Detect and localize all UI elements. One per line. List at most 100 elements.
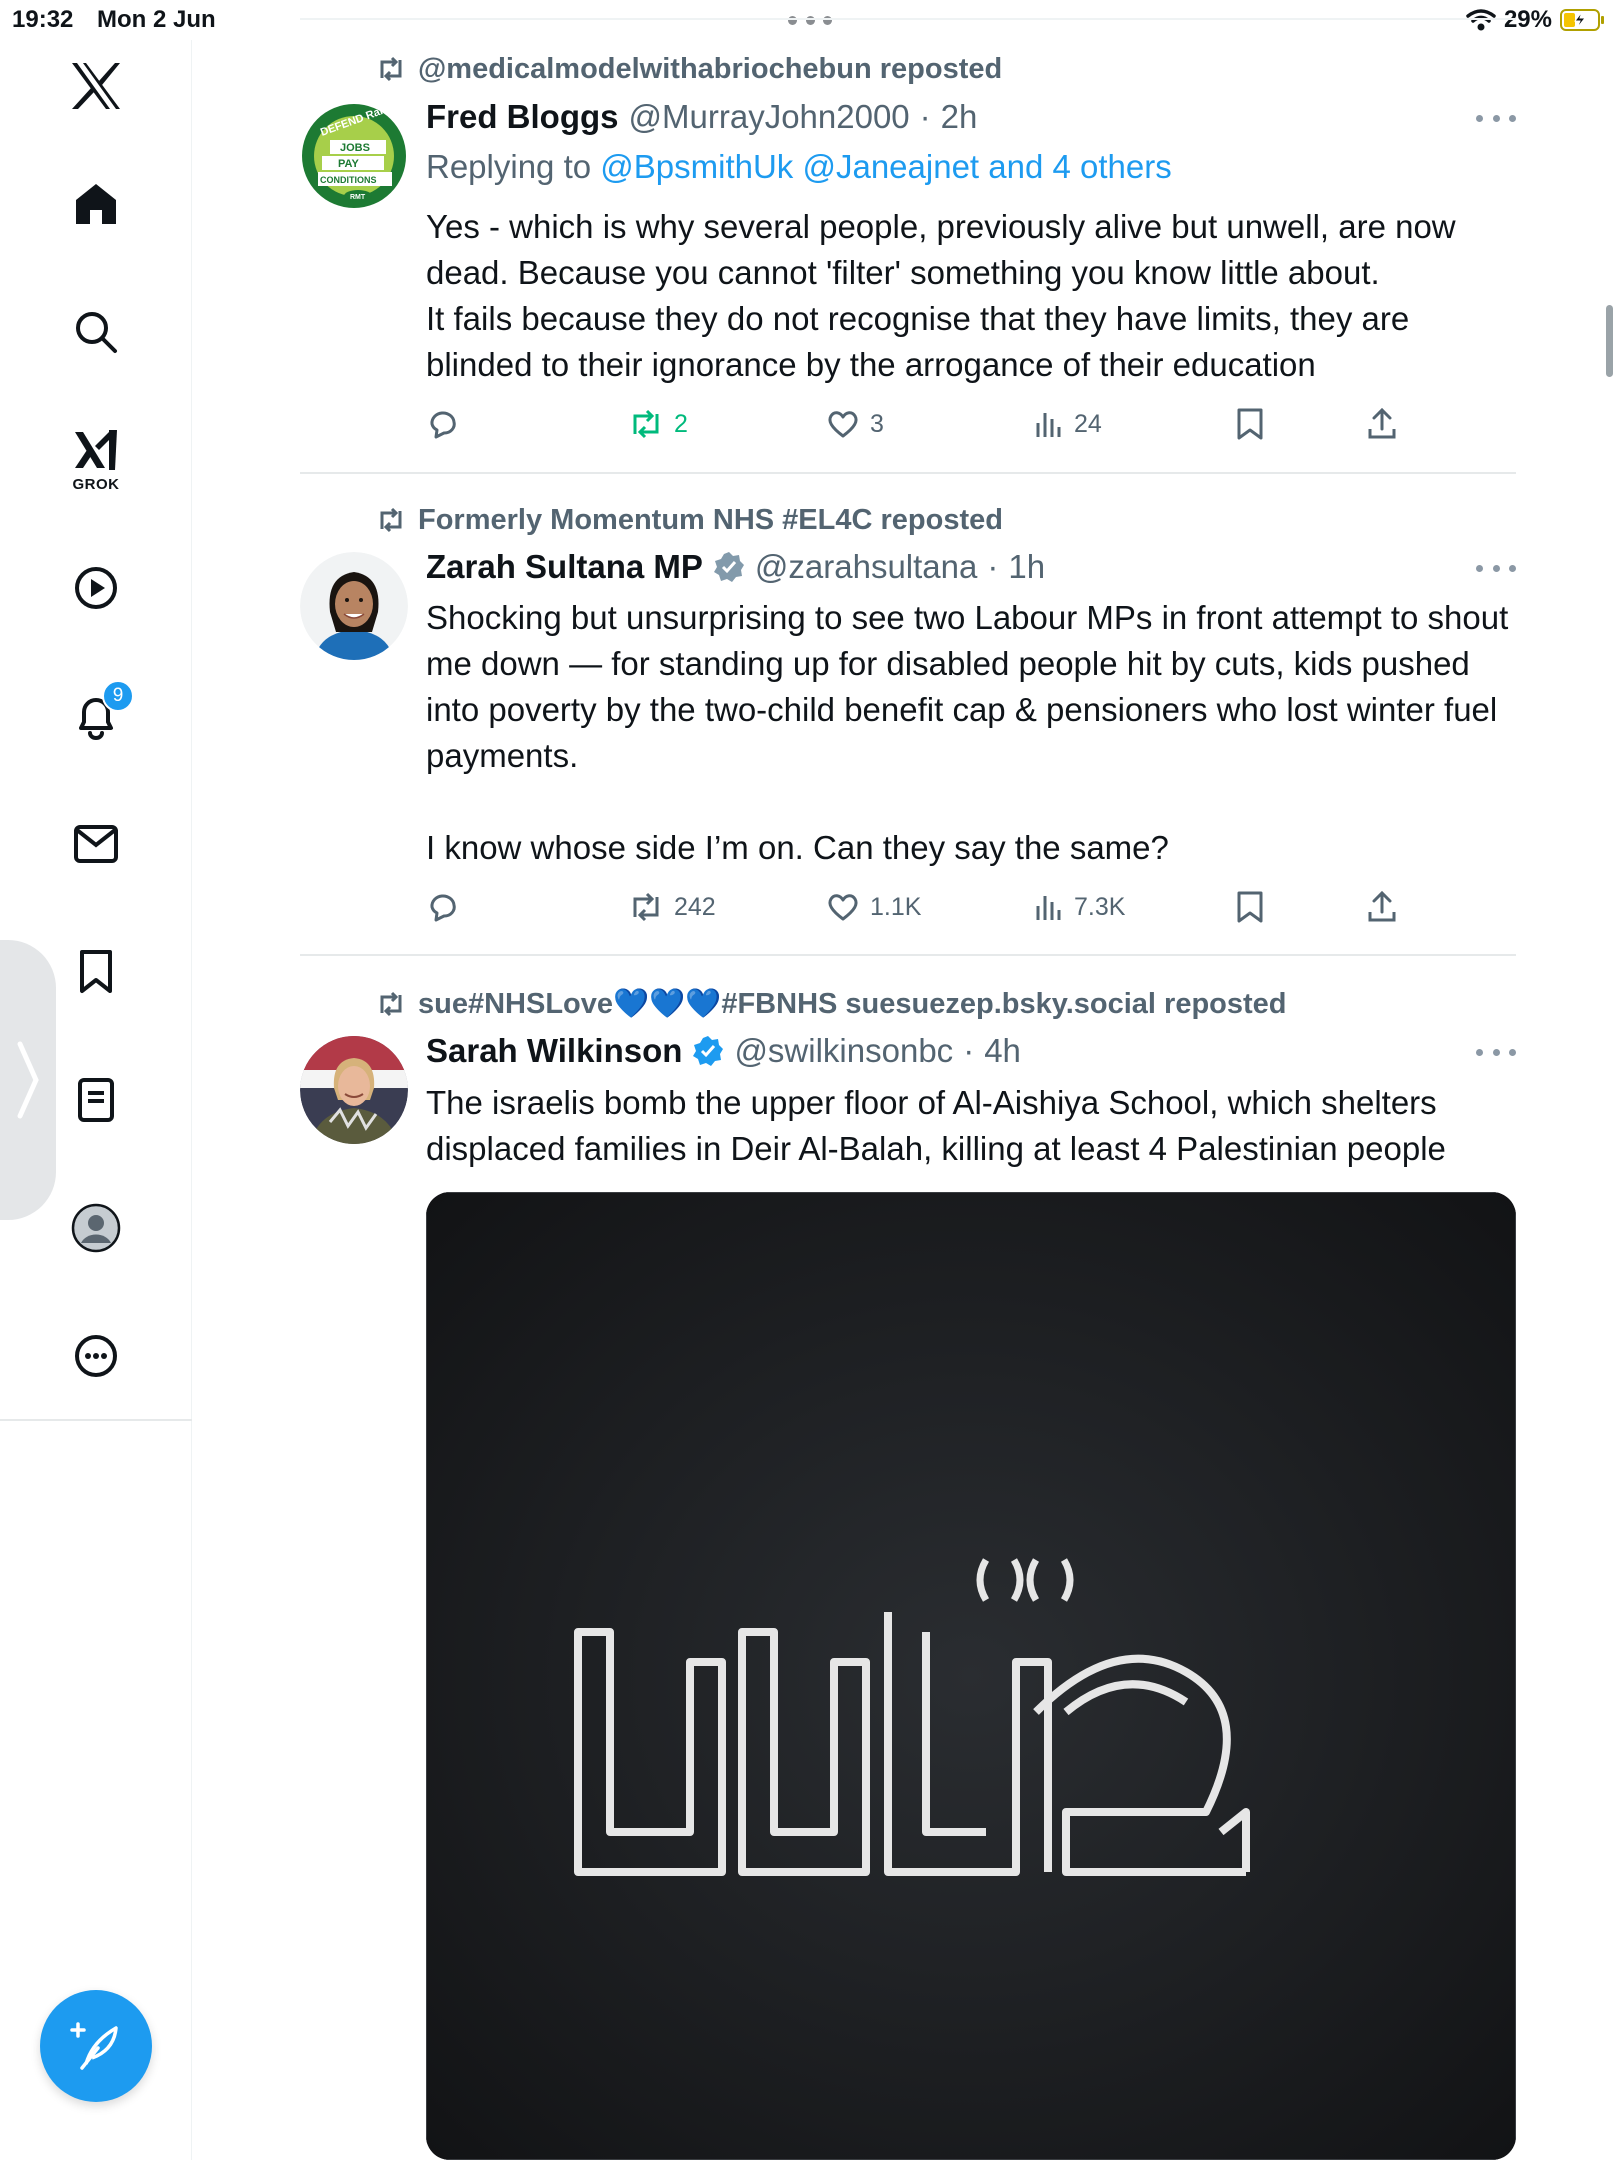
tweet-time[interactable]: 1h (1008, 548, 1045, 586)
avatar[interactable] (300, 1036, 408, 1144)
more-options-icon[interactable] (1476, 560, 1516, 576)
bookmark-icon (1237, 408, 1263, 440)
notifications-bell-icon[interactable]: 9 (52, 672, 140, 760)
dot-separator: · (919, 98, 931, 135)
feed-top-divider (300, 18, 1516, 20)
avatar[interactable]: DEFEND Rail JOBS PAY CONDITIONS RMT (300, 102, 408, 210)
notification-badge: 9 (102, 680, 134, 712)
repost-indicator: @medicalmodelwithabriochebun reposted (376, 52, 1002, 86)
share-icon (1368, 407, 1396, 439)
replying-to: Replying to @BpsmithUk @Janeajnet and 4 … (426, 148, 1172, 186)
sidebar-handle[interactable] (0, 940, 56, 1220)
like-count: 1.1K (870, 892, 922, 921)
more-options-icon[interactable] (52, 1312, 140, 1400)
reposted-by: @medicalmodelwithabriochebun reposted (418, 52, 1003, 85)
repost-button[interactable]: 242 (628, 885, 716, 929)
tweet-header: Fred Bloggs @MurrayJohn2000 · 2h (426, 97, 977, 137)
display-name[interactable]: Fred Bloggs (426, 98, 619, 136)
status-date: Mon 2 Jun (97, 6, 216, 33)
tweet-text: The israelis bomb the upper floor of Al-… (426, 1084, 1446, 1167)
repost-indicator: sue#NHSLove💙💙💙#FBNHS suesuezep.bsky.soci… (376, 987, 1287, 1021)
bookmark-button[interactable] (1236, 885, 1264, 929)
tweet-divider (300, 472, 1516, 474)
tweet-text: Shocking but unsurprising to see two Lab… (426, 599, 1509, 866)
heart-icon (828, 894, 858, 921)
reply-icon (430, 411, 456, 439)
repost-icon (633, 409, 659, 439)
like-button[interactable]: 1.1K (826, 885, 921, 929)
tweet-header: Sarah Wilkinson @swilkinsonbc · 4h (426, 1031, 1021, 1071)
compose-post-button[interactable] (40, 1990, 152, 2102)
user-handle[interactable]: @MurrayJohn2000 (629, 98, 910, 136)
dot-separator: · (963, 1032, 975, 1069)
tweet-video-thumbnail[interactable] (426, 1192, 1516, 2160)
dot-separator: · (987, 548, 999, 585)
repost-button[interactable]: 2 (628, 402, 688, 446)
reposted-by: Formerly Momentum NHS #EL4C reposted (418, 503, 1003, 536)
user-handle[interactable]: @swilkinsonbc (734, 1032, 953, 1070)
compose-feather-icon (70, 2022, 118, 2070)
repost-count: 242 (674, 892, 716, 921)
verified-badge-icon (693, 1036, 724, 1066)
reposted-by: sue#NHSLove💙💙💙#FBNHS suesuezep.bsky.soci… (418, 988, 1287, 1020)
bookmark-icon[interactable] (52, 928, 140, 1016)
grok-label: GROK (72, 475, 120, 493)
tweet-divider (300, 954, 1516, 956)
views-chart-icon (1036, 413, 1061, 437)
svg-text:PAY: PAY (338, 158, 359, 170)
quds-logo (426, 1192, 1516, 2160)
share-button[interactable] (1366, 402, 1398, 446)
timeline-feed: @medicalmodelwithabriochebun reposted DE… (300, 0, 1613, 2160)
avatar[interactable] (300, 552, 408, 660)
repost-indicator: Formerly Momentum NHS #EL4C reposted (376, 503, 1003, 537)
lists-icon[interactable] (52, 1056, 140, 1144)
repost-icon (380, 507, 402, 533)
search-icon[interactable] (52, 288, 140, 376)
tweet-time[interactable]: 4h (984, 1032, 1021, 1070)
views-chart-icon (1036, 896, 1061, 920)
more-options-icon[interactable] (1476, 1044, 1516, 1060)
reply-button[interactable] (426, 402, 470, 446)
tweet-text: Yes - which is why several people, previ… (426, 208, 1456, 383)
tweet-actions: 242 1.1K 7.3K (426, 885, 1426, 929)
status-time: 19:32 (12, 6, 74, 33)
scrollbar-thumb[interactable] (1606, 305, 1613, 377)
repost-icon (380, 56, 402, 82)
user-handle[interactable]: @zarahsultana (755, 548, 977, 586)
display-name[interactable]: Zarah Sultana MP (426, 548, 703, 586)
view-count: 7.3K (1074, 892, 1126, 921)
sidebar-divider (0, 1419, 192, 1421)
svg-text:JOBS: JOBS (340, 142, 370, 154)
tweet-time[interactable]: 2h (941, 98, 978, 136)
reply-button[interactable] (426, 885, 470, 929)
replying-prefix: Replying to (426, 148, 601, 185)
views-button[interactable]: 7.3K (1034, 885, 1125, 929)
home-icon[interactable] (52, 160, 140, 248)
like-button[interactable]: 3 (826, 402, 884, 446)
repost-icon (633, 892, 659, 922)
video-play-icon[interactable] (52, 544, 140, 632)
grok-icon[interactable]: GROK (52, 416, 140, 504)
svg-text:RMT: RMT (350, 194, 366, 201)
tweet-actions: 2 3 24 (426, 402, 1426, 446)
bookmark-button[interactable] (1236, 402, 1264, 446)
replying-to-links[interactable]: @BpsmithUk @Janeajnet and 4 others (600, 148, 1171, 185)
profile-avatar-icon[interactable] (52, 1184, 140, 1272)
x-logo-icon[interactable] (52, 42, 140, 130)
bookmark-icon (1237, 891, 1263, 923)
repost-icon (380, 991, 402, 1017)
svg-text:CONDITIONS: CONDITIONS (320, 175, 377, 185)
messages-envelope-icon[interactable] (52, 800, 140, 888)
more-options-icon[interactable] (1476, 110, 1516, 126)
repost-count: 2 (674, 409, 688, 438)
chevron-right-icon (17, 1041, 39, 1119)
reply-icon (430, 894, 456, 922)
share-button[interactable] (1366, 885, 1398, 929)
view-count: 24 (1074, 409, 1102, 438)
battery-charging-icon (1560, 9, 1604, 31)
tweet-header: Zarah Sultana MP @zarahsultana · 1h (426, 547, 1045, 587)
views-button[interactable]: 24 (1034, 402, 1102, 446)
heart-icon (828, 411, 858, 438)
display-name[interactable]: Sarah Wilkinson (426, 1032, 682, 1070)
share-icon (1368, 890, 1396, 922)
